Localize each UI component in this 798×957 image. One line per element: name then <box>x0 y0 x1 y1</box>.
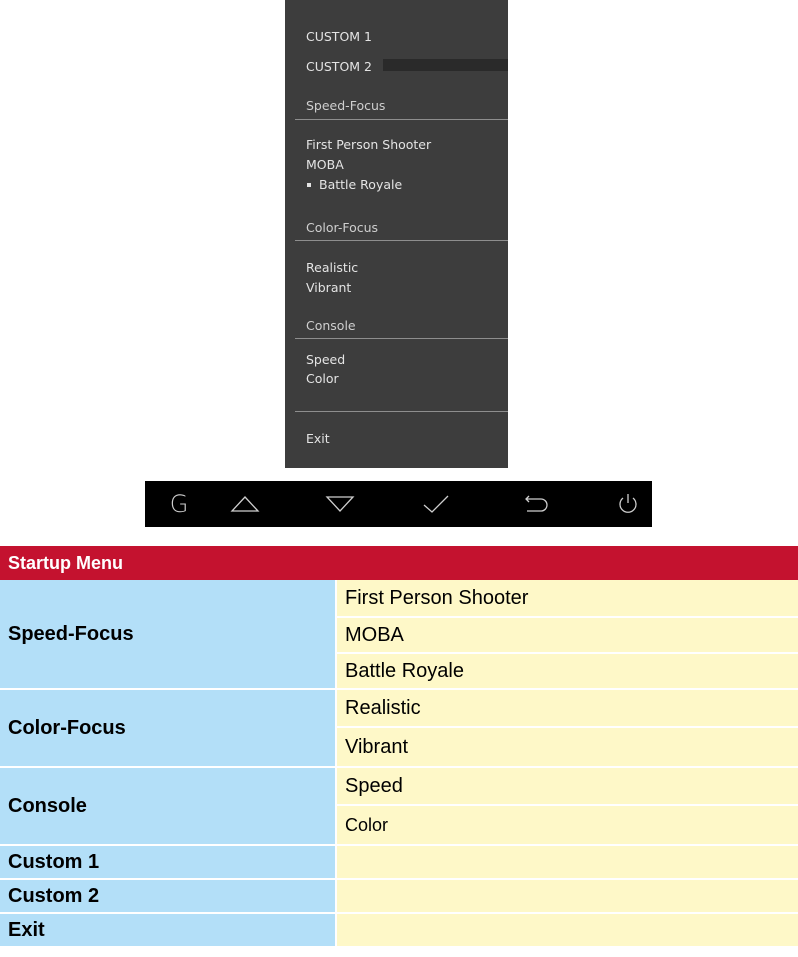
table-cell-moba: MOBA <box>337 618 798 654</box>
divider <box>295 240 508 241</box>
osd-item-speed[interactable]: Speed <box>306 352 345 367</box>
down-triangle-icon <box>325 496 355 512</box>
cell-text: Battle Royale <box>345 659 464 682</box>
osd-item-exit[interactable]: Exit <box>306 431 330 446</box>
cell-text: Vibrant <box>345 735 409 758</box>
divider <box>295 338 508 339</box>
group-label: Color-Focus <box>8 716 126 739</box>
divider <box>295 119 508 120</box>
osd-item-first-person-shooter[interactable]: First Person Shooter <box>306 137 431 152</box>
cell-text: Speed <box>345 774 403 797</box>
table-cell-battle-royale: Battle Royale <box>337 654 798 690</box>
osd-item-vibrant[interactable]: Vibrant <box>306 280 351 295</box>
group-label: Console <box>8 794 87 817</box>
osd-header-console: Console <box>306 318 356 333</box>
table-cell-empty <box>337 846 798 880</box>
divider <box>295 411 508 412</box>
osd-item-custom-1[interactable]: CUSTOM 1 <box>306 29 372 44</box>
confirm-button[interactable] <box>413 481 459 527</box>
group-label: Speed-Focus <box>8 622 134 645</box>
group-label-exit: Exit <box>0 914 336 948</box>
group-label-color-focus: Color-Focus <box>0 690 336 768</box>
osd-item-moba[interactable]: MOBA <box>306 157 344 172</box>
table-cell-empty <box>337 914 798 948</box>
osd-item-realistic[interactable]: Realistic <box>306 260 358 275</box>
up-triangle-icon <box>230 496 260 512</box>
table-cell-empty <box>337 880 798 914</box>
power-icon <box>619 494 637 513</box>
group-label-console: Console <box>0 768 336 846</box>
osd-header-speed-focus: Speed-Focus <box>306 98 386 113</box>
table-cell-color: Color <box>337 806 798 846</box>
table-cell-speed: Speed <box>337 768 798 806</box>
group-label-custom-1: Custom 1 <box>0 846 336 880</box>
osd-item-custom-2[interactable]: CUSTOM 2 <box>306 59 372 74</box>
osd-highlight-bar <box>383 59 508 71</box>
table-title: Startup Menu <box>0 546 798 580</box>
cell-text: MOBA <box>345 623 404 646</box>
return-button[interactable] <box>513 481 559 527</box>
selected-bullet-icon <box>307 183 311 187</box>
control-key-bar: G <box>145 481 652 527</box>
table-cell-vibrant: Vibrant <box>337 728 798 768</box>
cell-text: Realistic <box>345 696 421 719</box>
g-key-button[interactable]: G <box>156 481 202 527</box>
cell-text: Color <box>345 814 389 835</box>
return-icon <box>525 495 548 512</box>
group-label: Custom 2 <box>8 884 100 907</box>
cell-text: First Person Shooter <box>345 586 529 609</box>
group-label: Custom 1 <box>8 850 100 873</box>
osd-item-battle-royale[interactable]: Battle Royale <box>319 177 402 192</box>
up-button[interactable] <box>222 481 268 527</box>
power-button[interactable] <box>605 481 651 527</box>
osd-header-color-focus: Color-Focus <box>306 220 379 235</box>
g-icon: G <box>169 490 189 518</box>
table-cell-first-person-shooter: First Person Shooter <box>337 580 798 618</box>
checkmark-icon <box>423 495 449 513</box>
down-button[interactable] <box>317 481 363 527</box>
group-label-speed-focus: Speed-Focus <box>0 580 336 690</box>
group-label-custom-2: Custom 2 <box>0 880 336 914</box>
group-label: Exit <box>8 918 45 941</box>
osd-menu-panel: CUSTOM 1 CUSTOM 2 Speed-Focus First Pers… <box>285 0 508 468</box>
table-cell-realistic: Realistic <box>337 690 798 728</box>
osd-item-color[interactable]: Color <box>306 371 339 386</box>
